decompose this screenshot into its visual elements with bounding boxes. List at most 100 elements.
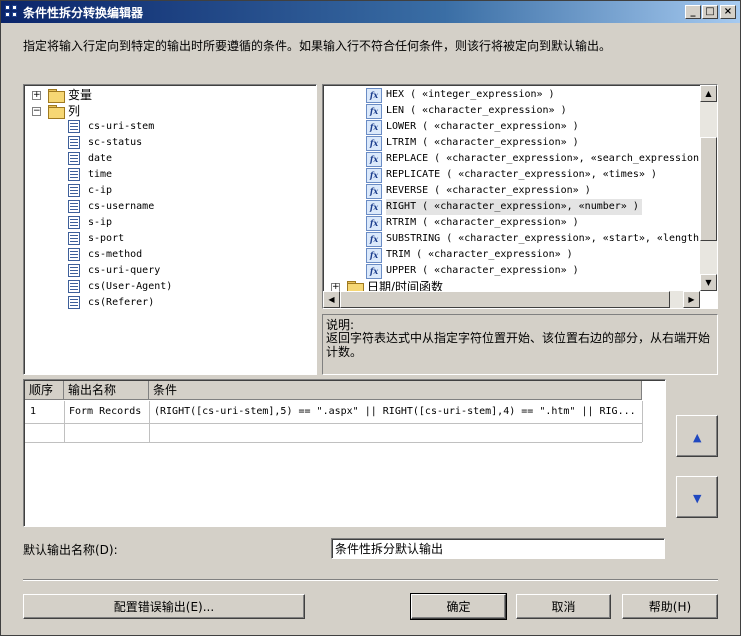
function-icon: fx bbox=[366, 232, 382, 247]
columns-tree[interactable]: + 变量 − 列 cs-uri-stem sc-status date time… bbox=[23, 84, 317, 375]
window-title: 条件性拆分转换编辑器 bbox=[23, 6, 144, 20]
ok-button[interactable]: 确定 bbox=[410, 593, 507, 620]
column-icon bbox=[68, 184, 80, 197]
configure-error-output-button[interactable]: 配置错误输出(E)... bbox=[23, 594, 305, 619]
function-icon: fx bbox=[366, 248, 382, 263]
close-button[interactable]: × bbox=[720, 5, 736, 19]
cell-order[interactable]: 1 bbox=[25, 401, 64, 423]
grid-line bbox=[25, 423, 642, 424]
header-output-name[interactable]: 输出名称 bbox=[64, 381, 149, 400]
expand-icon[interactable]: + bbox=[32, 91, 41, 100]
function-icon: fx bbox=[366, 168, 382, 183]
scroll-left-icon[interactable]: ◀ bbox=[323, 291, 340, 308]
function-label: RTRIM ( «character_expression» ) bbox=[386, 215, 579, 231]
function-label: REVERSE ( «character_expression» ) bbox=[386, 183, 591, 199]
function-label: TRIM ( «character_expression» ) bbox=[386, 247, 573, 263]
dialog-window: 条件性拆分转换编辑器 _ □ × 指定将输入行定向到特定的输出时所要遵循的条件。… bbox=[0, 0, 741, 636]
vertical-scrollbar[interactable]: ▲ ▼ bbox=[700, 85, 717, 291]
tree-node-variables[interactable]: + 变量 bbox=[30, 87, 310, 103]
column-icon bbox=[68, 120, 80, 133]
instructions-text: 指定将输入行定向到特定的输出时所要遵循的条件。如果输入行不符合任何条件，则该行将… bbox=[23, 39, 612, 53]
function-name: RIGHT bbox=[386, 201, 417, 212]
app-icon bbox=[5, 5, 19, 19]
maximize-button[interactable]: □ bbox=[702, 5, 718, 19]
function-args: ( «integer_expression» ) bbox=[404, 89, 555, 100]
function-item[interactable]: fx LOWER ( «character_expression» ) bbox=[323, 119, 699, 135]
move-up-button[interactable]: ▲ bbox=[676, 415, 718, 457]
function-name: SUBSTRING bbox=[386, 233, 441, 244]
function-name: REPLICATE bbox=[386, 169, 441, 180]
folder-icon bbox=[48, 89, 65, 103]
function-icon: fx bbox=[366, 120, 382, 135]
function-item[interactable]: fx REPLICATE ( «character_expression», «t… bbox=[323, 167, 699, 183]
column-icon bbox=[68, 280, 80, 293]
help-button[interactable]: 帮助(H) bbox=[622, 594, 718, 619]
function-item[interactable]: fx RTRIM ( «character_expression» ) bbox=[323, 215, 699, 231]
function-args: ( «character_expression» ) bbox=[428, 185, 591, 196]
column-icon bbox=[68, 216, 80, 229]
column-icon bbox=[68, 168, 80, 181]
function-args: ( «character_expression», «times» ) bbox=[440, 169, 657, 180]
function-name: REVERSE bbox=[386, 185, 429, 196]
function-icon: fx bbox=[366, 88, 382, 103]
function-item-selected[interactable]: fx RIGHT ( «character_expression», «numbe… bbox=[323, 199, 699, 215]
function-item[interactable]: fx REVERSE ( «character_expression» ) bbox=[323, 183, 699, 199]
header-order[interactable]: 顺序 bbox=[25, 381, 64, 400]
column-icon bbox=[68, 248, 80, 261]
function-icon: fx bbox=[366, 216, 382, 231]
function-icon: fx bbox=[366, 136, 382, 151]
tree-node-label: 列 bbox=[68, 104, 81, 118]
function-label: LTRIM ( «character_expression» ) bbox=[386, 135, 579, 151]
function-item[interactable]: fx REPLACE ( «character_expression», «sea… bbox=[323, 151, 717, 167]
default-output-input[interactable] bbox=[331, 538, 665, 559]
separator bbox=[23, 579, 718, 581]
function-icon: fx bbox=[366, 104, 382, 119]
tree-node-columns[interactable]: − 列 bbox=[30, 103, 310, 119]
header-condition[interactable]: 条件 bbox=[149, 381, 642, 400]
default-output-label: 默认输出名称(D): bbox=[23, 543, 118, 557]
minimize-button[interactable]: _ bbox=[685, 5, 701, 19]
cell-output-name[interactable]: Form Records bbox=[64, 401, 149, 423]
function-label: UPPER ( «character_expression» ) bbox=[386, 263, 579, 279]
cell-condition[interactable]: (RIGHT([cs-uri-stem],5) == ".aspx" || RI… bbox=[149, 401, 642, 423]
horizontal-scrollbar[interactable]: ◀ ▶ bbox=[323, 291, 700, 308]
cancel-button[interactable]: 取消 bbox=[516, 594, 611, 619]
collapse-icon[interactable]: − bbox=[32, 107, 41, 116]
scroll-thumb[interactable] bbox=[340, 291, 670, 308]
scroll-down-icon[interactable]: ▼ bbox=[700, 274, 717, 291]
function-item[interactable]: fx UPPER ( «character_expression» ) bbox=[323, 263, 699, 279]
tree-node-label: 变量 bbox=[68, 88, 93, 102]
functions-tree[interactable]: fx HEX ( «integer_expression» ) fx LEN ( «… bbox=[322, 84, 718, 309]
column-icon bbox=[68, 296, 80, 309]
column-icon bbox=[68, 264, 80, 277]
column-icon bbox=[68, 200, 80, 213]
function-name: LOWER bbox=[386, 121, 417, 132]
function-name: LEN bbox=[386, 105, 405, 116]
function-item[interactable]: fx HEX ( «integer_expression» ) bbox=[323, 87, 699, 103]
function-item[interactable]: fx LTRIM ( «character_expression» ) bbox=[323, 135, 699, 151]
function-label: HEX ( «integer_expression» ) bbox=[386, 87, 555, 103]
column-icon bbox=[68, 136, 80, 149]
move-down-button[interactable]: ▼ bbox=[676, 476, 718, 518]
function-label: REPLICATE ( «character_expression», «tim… bbox=[386, 167, 657, 183]
grid-line bbox=[642, 401, 643, 442]
column-icon bbox=[68, 152, 80, 165]
function-item[interactable]: fx LEN ( «character_expression» ) bbox=[323, 103, 699, 119]
arrow-down-icon: ▼ bbox=[693, 492, 702, 505]
function-name: HEX bbox=[386, 89, 405, 100]
function-args: ( «character_expression» ) bbox=[416, 121, 579, 132]
function-label: RIGHT ( «character_expression», «number»… bbox=[386, 199, 642, 215]
conditions-grid[interactable]: 顺序 输出名称 条件 1 Form Records (RIGHT([cs-uri… bbox=[23, 379, 666, 527]
scroll-up-icon[interactable]: ▲ bbox=[700, 85, 717, 102]
scroll-thumb[interactable] bbox=[700, 137, 717, 241]
scroll-right-icon[interactable]: ▶ bbox=[683, 291, 700, 308]
title-bar[interactable]: 条件性拆分转换编辑器 _ □ × bbox=[1, 1, 740, 23]
grid-line bbox=[64, 401, 65, 442]
function-args: ( «character_expression» ) bbox=[404, 105, 567, 116]
function-icon: fx bbox=[366, 152, 382, 167]
function-label: SUBSTRING ( «character_expression», «sta… bbox=[386, 231, 717, 247]
function-name: TRIM bbox=[386, 249, 411, 260]
function-item[interactable]: fx TRIM ( «character_expression» ) bbox=[323, 247, 699, 263]
function-item[interactable]: fx SUBSTRING ( «character_expression», «s… bbox=[323, 231, 717, 247]
function-args: ( «character_expression», «start», «leng… bbox=[440, 233, 718, 244]
